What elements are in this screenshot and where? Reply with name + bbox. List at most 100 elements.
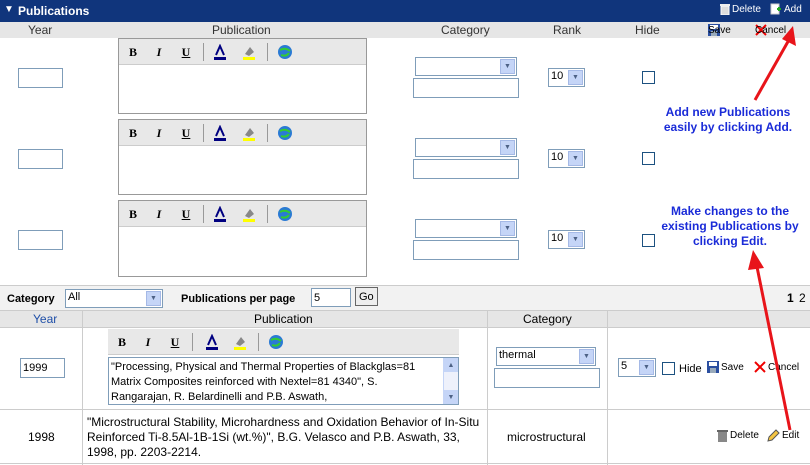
publication-editor[interactable]: B I U bbox=[118, 119, 367, 195]
year-input[interactable] bbox=[18, 149, 63, 169]
editor-toolbar: B I U bbox=[108, 329, 459, 355]
category-filter-label: Category bbox=[7, 293, 55, 305]
edit-cancel-label: Cancel bbox=[768, 361, 800, 373]
rank-value: 10 bbox=[551, 232, 564, 244]
italic-button[interactable]: I bbox=[139, 333, 157, 351]
hide-checkbox[interactable] bbox=[642, 71, 655, 84]
bold-button[interactable]: B bbox=[124, 205, 142, 223]
edit-rank-select[interactable]: 5 ▼ bbox=[618, 358, 656, 377]
edit-category-new-input[interactable] bbox=[494, 368, 600, 388]
publication-editor[interactable]: B I U bbox=[118, 38, 367, 114]
pencil-icon bbox=[767, 429, 780, 442]
publications-panel-header: ▼ Publications Delete Add bbox=[0, 0, 810, 22]
edit-category-select[interactable]: thermal ▼ bbox=[496, 347, 596, 366]
category-filter-select[interactable]: All ▼ bbox=[65, 289, 163, 308]
col-category: Category bbox=[441, 23, 490, 37]
edit-pointer-arrow-icon bbox=[748, 250, 792, 431]
underline-button[interactable]: U bbox=[166, 333, 184, 351]
highlight-color-icon[interactable] bbox=[231, 333, 249, 351]
col-hide: Hide bbox=[635, 23, 660, 37]
category-select[interactable]: ▼ bbox=[415, 138, 517, 157]
edit-category-value: thermal bbox=[499, 349, 536, 361]
row-category: microstructural bbox=[507, 430, 586, 444]
underline-button[interactable]: U bbox=[177, 205, 195, 223]
col-year: Year bbox=[28, 23, 53, 37]
row-delete-button[interactable]: Delete bbox=[717, 429, 759, 442]
insert-link-globe-icon[interactable] bbox=[276, 205, 294, 223]
underline-button[interactable]: U bbox=[177, 124, 195, 142]
font-color-icon[interactable] bbox=[211, 124, 229, 142]
page-2-link[interactable]: 2 bbox=[799, 291, 806, 305]
new-entries-header: Year Publication Category Rank Hide Save… bbox=[0, 22, 810, 38]
category-select[interactable]: ▼ bbox=[415, 57, 517, 76]
italic-button[interactable]: I bbox=[150, 124, 168, 142]
save-all-button[interactable]: Save bbox=[708, 24, 731, 36]
publication-text-area[interactable] bbox=[119, 228, 366, 276]
trash-icon bbox=[717, 430, 728, 442]
publication-editor[interactable]: B I U bbox=[118, 200, 367, 277]
edit-save-label: Save bbox=[721, 361, 744, 373]
hide-checkbox[interactable] bbox=[642, 152, 655, 165]
delete-button[interactable]: Delete bbox=[720, 3, 761, 15]
insert-link-globe-icon[interactable] bbox=[276, 124, 294, 142]
scroll-down-icon[interactable]: ▼ bbox=[444, 390, 458, 404]
rank-select[interactable]: 10 ▼ bbox=[548, 149, 585, 168]
edit-year-input[interactable] bbox=[20, 358, 65, 378]
row-year: 1998 bbox=[28, 430, 55, 444]
filter-bar: Category All ▼ Publications per page Go 1… bbox=[0, 285, 810, 311]
year-input[interactable] bbox=[18, 68, 63, 88]
edit-cancel-button[interactable]: Cancel bbox=[754, 361, 799, 373]
editor-toolbar: B I U bbox=[119, 201, 366, 227]
col-year-sort-link[interactable]: Year bbox=[33, 312, 57, 326]
per-page-input[interactable] bbox=[311, 288, 351, 307]
highlight-color-icon[interactable] bbox=[240, 205, 258, 223]
category-select[interactable]: ▼ bbox=[415, 219, 517, 238]
italic-button[interactable]: I bbox=[150, 43, 168, 61]
publication-text-area[interactable] bbox=[119, 66, 366, 113]
edit-save-button[interactable]: Save bbox=[707, 361, 744, 373]
insert-link-globe-icon[interactable] bbox=[267, 333, 285, 351]
edit-publication-textarea[interactable]: "Processing, Physical and Thermal Proper… bbox=[108, 357, 459, 405]
category-new-input[interactable] bbox=[413, 78, 519, 98]
chevron-down-icon: ▼ bbox=[579, 349, 594, 364]
cancel-all-button[interactable]: Cancel bbox=[755, 24, 786, 36]
cancel-x-icon bbox=[754, 361, 766, 373]
col-rank: Rank bbox=[553, 23, 582, 37]
highlight-color-icon[interactable] bbox=[240, 43, 258, 61]
font-color-icon[interactable] bbox=[211, 43, 229, 61]
font-color-icon[interactable] bbox=[203, 333, 221, 351]
row-delete-label: Delete bbox=[730, 430, 759, 441]
col-publication: Publication bbox=[254, 312, 313, 326]
underline-button[interactable]: U bbox=[177, 43, 195, 61]
edit-publication-editor[interactable]: B I U "Processing, Physical and Thermal … bbox=[108, 329, 459, 407]
scroll-up-icon[interactable]: ▲ bbox=[444, 358, 458, 372]
chevron-down-icon: ▼ bbox=[146, 291, 161, 306]
collapse-triangle-icon[interactable]: ▼ bbox=[4, 4, 14, 15]
highlight-color-icon[interactable] bbox=[240, 124, 258, 142]
rank-select[interactable]: 10 ▼ bbox=[548, 230, 585, 249]
insert-link-globe-icon[interactable] bbox=[276, 43, 294, 61]
floppy-disk-icon bbox=[707, 361, 719, 373]
row-publication: "Microstructural Stability, Microhardnes… bbox=[87, 415, 480, 459]
per-page-label: Publications per page bbox=[181, 293, 296, 305]
delete-label: Delete bbox=[732, 3, 761, 15]
chevron-down-icon: ▼ bbox=[568, 151, 583, 166]
edit-publication-text: "Processing, Physical and Thermal Proper… bbox=[111, 361, 416, 403]
bold-button[interactable]: B bbox=[113, 333, 131, 351]
textarea-scrollbar[interactable]: ▲ ▼ bbox=[443, 358, 458, 404]
rank-select[interactable]: 10 ▼ bbox=[548, 68, 585, 87]
publication-text-area[interactable] bbox=[119, 147, 366, 194]
year-input[interactable] bbox=[18, 230, 63, 250]
bold-button[interactable]: B bbox=[124, 43, 142, 61]
go-button[interactable]: Go bbox=[355, 287, 378, 306]
category-new-input[interactable] bbox=[413, 240, 519, 260]
category-new-input[interactable] bbox=[413, 159, 519, 179]
row-edit-button[interactable]: Edit bbox=[767, 429, 799, 442]
italic-button[interactable]: I bbox=[150, 205, 168, 223]
edit-hide-checkbox[interactable] bbox=[662, 362, 675, 375]
add-document-icon bbox=[770, 3, 781, 15]
font-color-icon[interactable] bbox=[211, 205, 229, 223]
chevron-down-icon: ▼ bbox=[500, 221, 515, 236]
add-button[interactable]: Add bbox=[770, 3, 802, 15]
bold-button[interactable]: B bbox=[124, 124, 142, 142]
